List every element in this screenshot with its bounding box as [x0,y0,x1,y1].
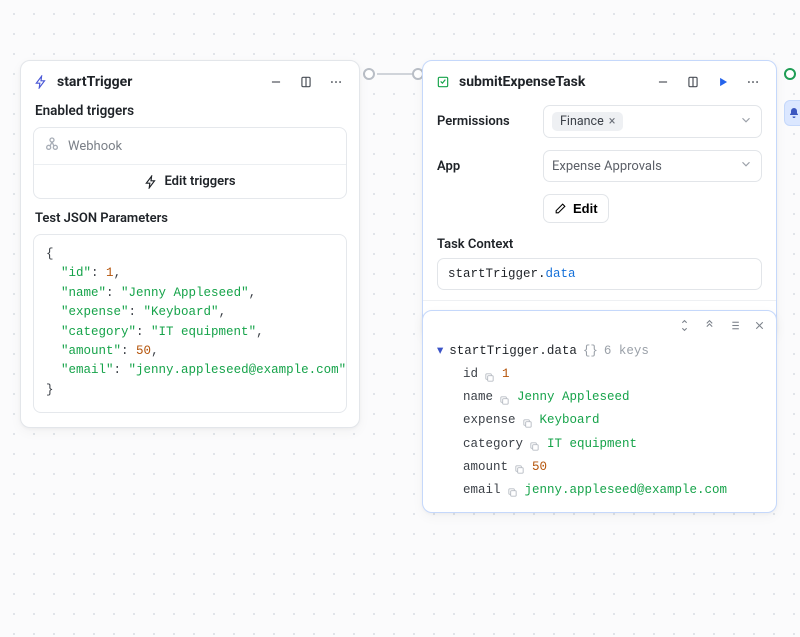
pencil-icon [554,202,567,215]
left-output-port[interactable] [363,68,375,80]
run-button[interactable] [712,71,734,93]
permission-chip-finance[interactable]: Finance × [552,112,623,131]
copy-icon[interactable] [484,369,496,381]
tree-row[interactable]: expense Keyboard [437,409,762,432]
tree-value: Keyboard [540,409,600,432]
lightning-small-icon [144,175,158,189]
tree-key: expense [463,409,516,432]
test-json-editor[interactable]: { "id": 1, "name": "Jenny Appleseed", "e… [33,234,347,413]
submit-expense-node[interactable]: submitExpenseTask Permissions Finance × … [422,60,777,338]
root-prop: data [547,344,577,358]
copy-icon[interactable] [499,392,511,404]
minimize-button[interactable] [265,71,287,93]
tree-row[interactable]: email jenny.appleseed@example.com [437,479,762,502]
bell-icon [788,107,800,119]
permissions-select[interactable]: Finance × [543,105,762,138]
data-inspector-panel[interactable]: ▾ startTrigger.data {} 6 keys id 1 name Jen… [422,310,777,513]
tree-row[interactable]: name Jenny Appleseed [437,386,762,409]
tree-row[interactable]: amount 50 [437,456,762,479]
chip-label: Finance [560,114,604,129]
lightning-icon [33,74,49,90]
collapse-all-icon[interactable] [703,319,716,336]
list-view-icon[interactable] [728,319,741,336]
tree-key: name [463,386,493,409]
app-value: Expense Approvals [552,159,662,174]
node-title: submitExpenseTask [459,74,644,90]
tree-value: 1 [502,363,510,386]
task-context-input[interactable]: startTrigger.data [437,258,762,290]
tree-key: email [463,479,501,502]
test-json-heading: Test JSON Parameters [21,209,359,234]
tree-value: 50 [532,456,547,479]
card-toggle-button[interactable] [295,71,317,93]
tree-key: id [463,363,478,386]
edit-triggers-label: Edit triggers [164,174,235,189]
tree-root[interactable]: ▾ startTrigger.data {} 6 keys [437,340,762,363]
app-label: App [437,159,533,174]
copy-icon[interactable] [529,438,541,450]
chip-remove-icon[interactable]: × [609,114,616,129]
task-context-label: Task Context [423,229,776,258]
ctx-prop: data [546,267,576,281]
edit-app-button[interactable]: Edit [543,194,609,223]
chevron-down-icon [739,157,753,175]
tree-value: jenny.appleseed@example.com [525,479,728,502]
right-output-port[interactable] [784,68,796,80]
edit-app-label: Edit [573,201,598,216]
task-icon [435,74,451,90]
tree-key: amount [463,456,508,479]
more-button[interactable] [742,71,764,93]
webhook-icon [44,136,60,156]
tree-key: category [463,433,523,456]
minimize-button[interactable] [652,71,674,93]
trigger-webhook-row[interactable]: Webhook [34,128,346,165]
tree-row[interactable]: category IT equipment [437,433,762,456]
app-select[interactable]: Expense Approvals [543,150,762,182]
more-button[interactable] [325,71,347,93]
tree-row[interactable]: id 1 [437,363,762,386]
ctx-base: startTrigger [448,267,538,281]
copy-icon[interactable] [514,461,526,473]
permissions-label: Permissions [437,114,533,129]
tree-value: IT equipment [547,433,637,456]
node-title: startTrigger [57,74,257,90]
triggers-box: Webhook Edit triggers [33,127,347,199]
triangle-down-icon: ▾ [437,340,443,363]
tree-value: Jenny Appleseed [517,386,630,409]
expand-collapse-icon[interactable] [678,319,691,336]
copy-icon[interactable] [522,415,534,427]
root-base: startTrigger [449,344,539,358]
start-trigger-node[interactable]: startTrigger Enabled triggers Webhook Ed… [20,60,360,428]
braces-icon: {} [583,340,598,363]
enabled-triggers-heading: Enabled triggers [21,99,359,127]
connector-line [377,73,415,75]
trigger-label: Webhook [68,139,122,154]
close-icon[interactable] [753,319,766,336]
copy-icon[interactable] [507,484,519,496]
key-count: 6 keys [604,340,649,363]
card-toggle-button[interactable] [682,71,704,93]
edit-triggers-button[interactable]: Edit triggers [34,165,346,198]
notifications-pill[interactable] [784,100,800,126]
chevron-down-icon [739,113,753,131]
